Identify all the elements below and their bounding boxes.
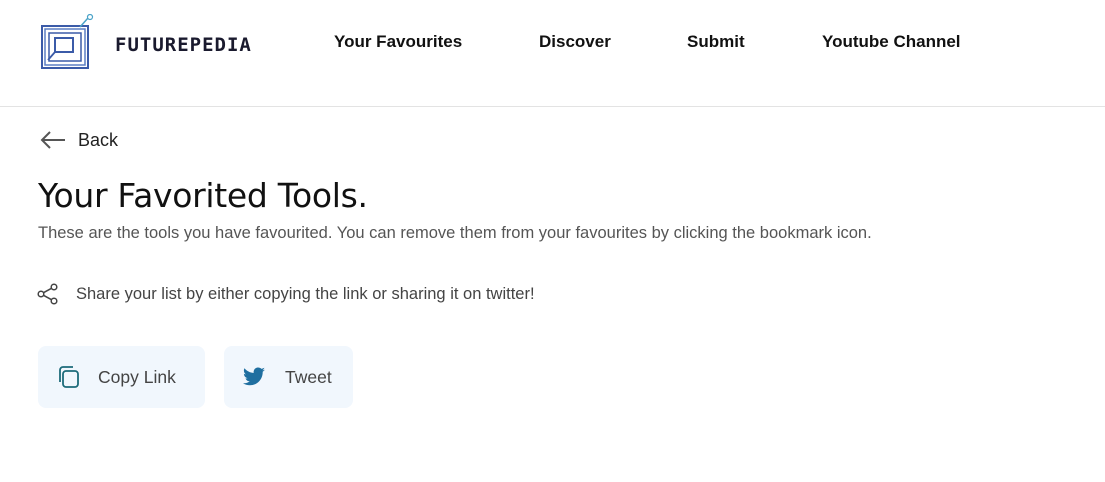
copy-icon <box>59 366 79 388</box>
copy-link-label: Copy Link <box>98 366 176 387</box>
share-row: Share your list by either copying the li… <box>37 283 535 305</box>
futurepedia-logo-icon <box>41 14 94 69</box>
nav-youtube-channel[interactable]: Youtube Channel <box>822 32 961 52</box>
share-icon <box>37 283 58 305</box>
tweet-label: Tweet <box>285 366 332 387</box>
page-title: Your Favorited Tools. <box>38 176 368 215</box>
futurepedia-logo[interactable]: FUTUREPEDIA <box>40 14 251 70</box>
back-label: Back <box>78 129 119 150</box>
page-description: These are the tools you have favourited.… <box>38 224 872 242</box>
nav-submit[interactable]: Submit <box>687 32 745 52</box>
nav-your-favourites[interactable]: Your Favourites <box>334 32 462 52</box>
logo-text: FUTUREPEDIA <box>115 34 252 56</box>
copy-link-button[interactable]: Copy Link <box>38 346 205 408</box>
nav-discover[interactable]: Discover <box>539 32 611 52</box>
back-link[interactable]: Back <box>40 128 118 152</box>
site-header: FUTUREPEDIA Your Favourites Discover Sub… <box>0 0 1105 107</box>
tweet-button[interactable]: Tweet <box>224 346 353 408</box>
share-text: Share your list by either copying the li… <box>76 284 535 303</box>
twitter-icon <box>243 367 265 386</box>
arrow-left-icon <box>40 131 65 149</box>
